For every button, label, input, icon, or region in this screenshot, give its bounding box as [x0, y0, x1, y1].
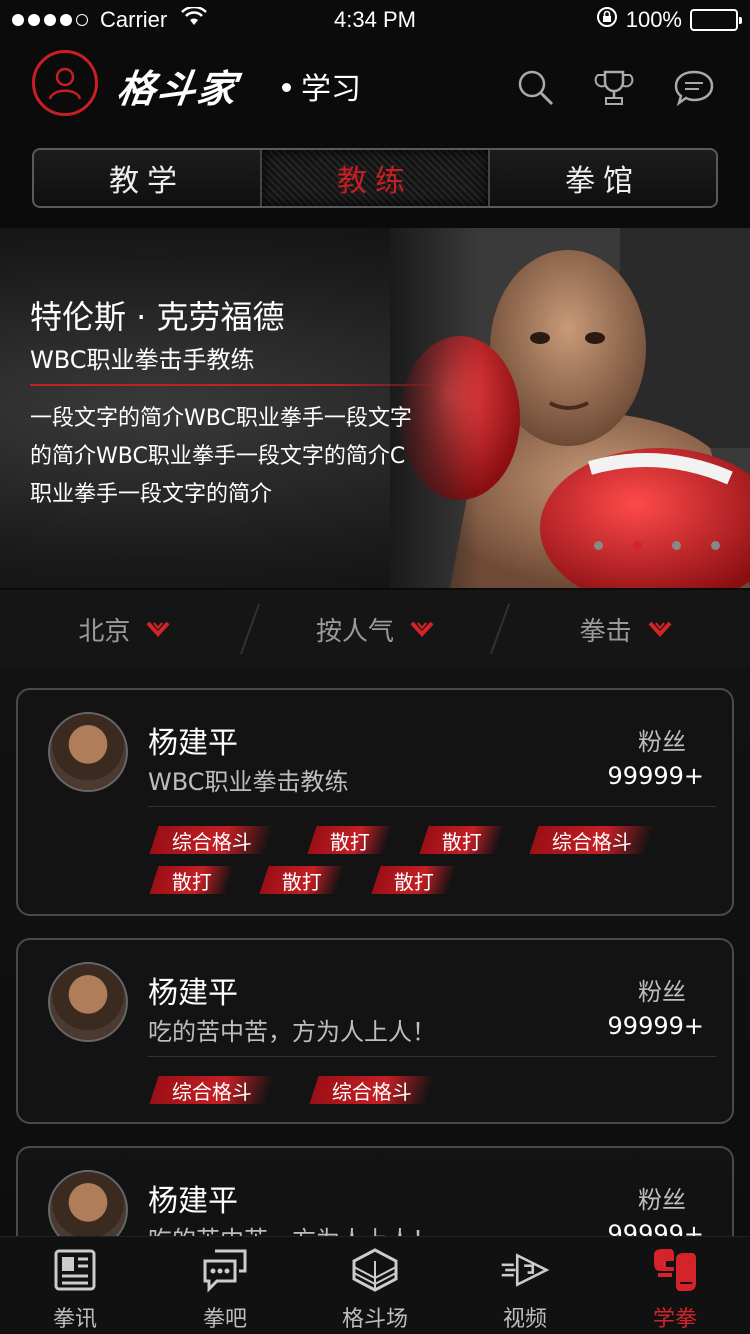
coach-name: 杨建平	[148, 1184, 238, 1219]
coach-list[interactable]: 杨建平 WBC职业拳击教练 粉丝 99999+ 综合格斗 散打 散打 综合格斗 …	[0, 668, 750, 1236]
ring-icon	[350, 1247, 400, 1293]
chevron-down-icon	[648, 621, 672, 637]
pager-dot[interactable]	[594, 541, 603, 550]
wifi-icon	[181, 5, 208, 33]
tabbar-arena-label: 格斗场	[341, 1307, 408, 1332]
filter-bar: 北京 按人气 拳击	[0, 590, 750, 668]
skill-tag: 综合格斗	[149, 826, 275, 854]
hero-desc-line: 职业拳手一段文字的简介	[30, 482, 273, 507]
battery-icon	[690, 9, 742, 31]
filter-city-label: 北京	[78, 616, 131, 647]
chevron-down-icon	[146, 621, 170, 637]
bottom-tab-bar: 拳讯 拳吧 格斗场 视频 学拳	[0, 1236, 750, 1334]
skill-tag: 综合格斗	[529, 826, 655, 854]
skill-tag: 散打	[149, 866, 235, 894]
skill-tag: 散打	[259, 866, 345, 894]
profile-avatar[interactable]	[32, 50, 98, 116]
coach-card[interactable]: 杨建平 WBC职业拳击教练 粉丝 99999+ 综合格斗 散打 散打 综合格斗 …	[16, 688, 734, 916]
tabbar-learn-label: 学拳	[652, 1307, 697, 1332]
hero-coach-name: 特伦斯 · 克劳福德	[30, 298, 285, 336]
chevron-down-icon	[410, 621, 434, 637]
tabbar-video[interactable]: 视频	[450, 1237, 600, 1334]
fans-label: 粉丝	[638, 1186, 686, 1214]
rotation-lock-icon	[596, 6, 618, 34]
coach-desc: WBC职业拳击教练	[148, 768, 349, 796]
status-bar: Carrier 4:34 PM 100%	[0, 0, 750, 40]
message-icon[interactable]	[672, 66, 716, 110]
coach-avatar	[48, 1170, 128, 1236]
card-divider	[148, 806, 716, 807]
coach-name: 杨建平	[148, 726, 238, 761]
coach-name: 杨建平	[148, 976, 238, 1011]
skill-tag: 散打	[419, 826, 505, 854]
coach-card[interactable]: 杨建平 吃的苦中苦，方为人上人！ 粉丝 99999+	[16, 1146, 734, 1236]
hero-banner[interactable]: 特伦斯 · 克劳福德 WBC职业拳击手教练 一段文字的简介WBC职业拳手一段文字…	[0, 228, 750, 588]
tabbar-video-label: 视频	[502, 1307, 547, 1332]
app-header: 格斗家 学习	[0, 40, 750, 136]
search-icon[interactable]	[514, 66, 558, 110]
coach-avatar	[48, 962, 128, 1042]
app-logo: 格斗家	[114, 69, 241, 111]
tabbar-forum[interactable]: 拳吧	[150, 1237, 300, 1334]
carrier-name: Carrier	[100, 7, 168, 32]
filter-sort[interactable]: 按人气	[251, 611, 500, 648]
gloves-icon	[650, 1247, 700, 1293]
tab-coach[interactable]: 教练	[262, 150, 490, 206]
coach-card[interactable]: 杨建平 吃的苦中苦，方为人上人！ 粉丝 99999+ 综合格斗 综合格斗	[16, 938, 734, 1124]
battery-percent: 100%	[625, 7, 682, 32]
chat-icon	[200, 1247, 250, 1293]
filter-type[interactable]: 拳击	[501, 611, 750, 648]
coach-desc: 吃的苦中苦，方为人上人！	[148, 1018, 436, 1046]
tab-gym[interactable]: 拳馆	[490, 150, 716, 206]
fans-label: 粉丝	[638, 728, 686, 756]
tabbar-forum-label: 拳吧	[202, 1307, 247, 1332]
signal-icon	[12, 14, 88, 26]
pager-dot-active[interactable]	[633, 541, 642, 550]
skill-tag: 综合格斗	[309, 1076, 435, 1104]
section-label: 学习	[301, 72, 361, 107]
fans-count: 99999+	[607, 1220, 704, 1236]
pager-dot[interactable]	[711, 541, 720, 550]
skill-tag: 综合格斗	[149, 1076, 275, 1104]
tabbar-news[interactable]: 拳讯	[0, 1237, 150, 1334]
filter-sort-label: 按人气	[316, 616, 395, 647]
coach-desc: 吃的苦中苦，方为人上人！	[148, 1220, 436, 1236]
tabbar-news-label: 拳讯	[52, 1307, 97, 1332]
filter-city[interactable]: 北京	[0, 611, 249, 648]
pager-dot[interactable]	[672, 541, 681, 550]
fans-count: 99999+	[607, 1012, 704, 1040]
trophy-icon[interactable]	[592, 66, 636, 110]
tabbar-learn[interactable]: 学拳	[600, 1237, 750, 1334]
coach-avatar	[48, 712, 128, 792]
fans-label: 粉丝	[638, 978, 686, 1006]
section-title: 学习	[282, 64, 361, 108]
tab-teaching[interactable]: 教学	[34, 150, 262, 206]
hero-description: 一段文字的简介WBC职业拳手一段文字 的简介WBC职业拳手一段文字的简介C 职业…	[30, 400, 470, 514]
banner-pager[interactable]	[594, 541, 720, 550]
card-divider	[148, 1056, 716, 1057]
skill-tag: 散打	[307, 826, 393, 854]
video-icon	[500, 1247, 550, 1293]
hero-divider	[30, 384, 460, 386]
category-tabs: 教学 教练 拳馆	[32, 148, 718, 208]
hero-desc-line: 的简介WBC职业拳手一段文字的简介C	[30, 444, 406, 469]
fans-count: 99999+	[607, 762, 704, 790]
hero-desc-line: 一段文字的简介WBC职业拳手一段文字	[30, 406, 412, 431]
tabbar-arena[interactable]: 格斗场	[300, 1237, 450, 1334]
user-icon	[48, 67, 82, 100]
news-icon	[50, 1247, 100, 1293]
filter-type-label: 拳击	[579, 616, 632, 647]
hero-coach-role: WBC职业拳击手教练	[30, 346, 255, 374]
skill-tag: 散打	[371, 866, 457, 894]
